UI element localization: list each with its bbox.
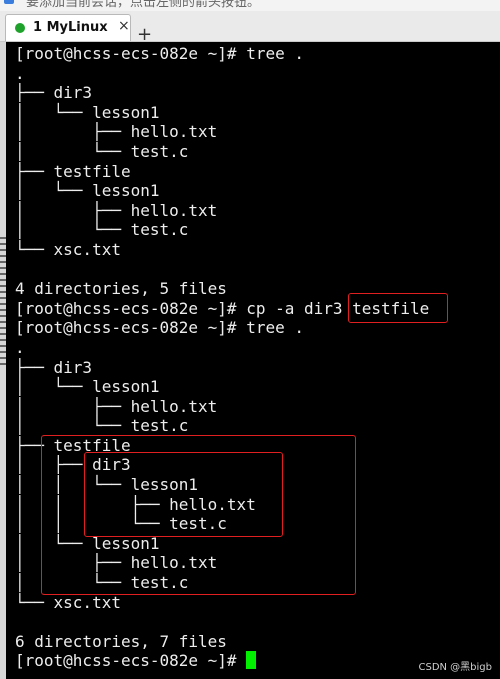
terminal-line: . (15, 63, 25, 83)
terminal-line: ├── dir3 (15, 357, 93, 377)
highlight-copied-dir3 (84, 452, 283, 537)
terminal-line: │ └── test.c (15, 220, 189, 240)
terminal-line: │ └── lesson1 (15, 102, 160, 122)
terminal-line: [root@hcss-ecs-082e ~]# tree . (15, 44, 304, 63)
session-panel-label (0, 237, 6, 367)
tab-bar: 1 MyLinux × + (0, 11, 500, 44)
session-panel-strip[interactable] (0, 42, 6, 679)
terminal-line: │ ├── hello.txt (15, 200, 218, 220)
terminal-line: └── xsc.txt (15, 592, 121, 612)
session-hint-text: 要添加当前会话，点击左侧的箭头按钮。 (26, 0, 261, 10)
close-tab-icon[interactable]: × (118, 18, 130, 34)
terminal-line: │ ├── hello.txt (15, 122, 218, 142)
terminal-line: │ └── test.c (15, 141, 189, 161)
connection-status-icon (15, 23, 25, 33)
terminal-line: │ ├── hello.txt (15, 396, 218, 416)
session-hint-bar: 要添加当前会话，点击左侧的箭头按钮。 (0, 0, 500, 11)
tab-mylinux[interactable]: 1 MyLinux × (5, 14, 131, 41)
highlight-testfile-arg (348, 293, 448, 323)
terminal-line: │ └── lesson1 (15, 181, 160, 201)
terminal-line: │ └── test.c (15, 416, 189, 436)
terminal-cursor (246, 651, 257, 670)
terminal-line: └── xsc.txt (15, 239, 121, 259)
terminal-line: │ └── lesson1 (15, 377, 160, 397)
terminal-line: . (15, 337, 25, 357)
watermark: CSDN @黑bigb (418, 662, 492, 673)
terminal-line: 6 directories, 7 files (15, 631, 227, 651)
arrow-icon[interactable] (4, 0, 14, 4)
terminal-line: ├── dir3 (15, 83, 93, 103)
new-tab-button[interactable]: + (137, 26, 152, 44)
terminal-line: ├── testfile (15, 161, 131, 181)
tab-label: 1 MyLinux (33, 20, 108, 35)
